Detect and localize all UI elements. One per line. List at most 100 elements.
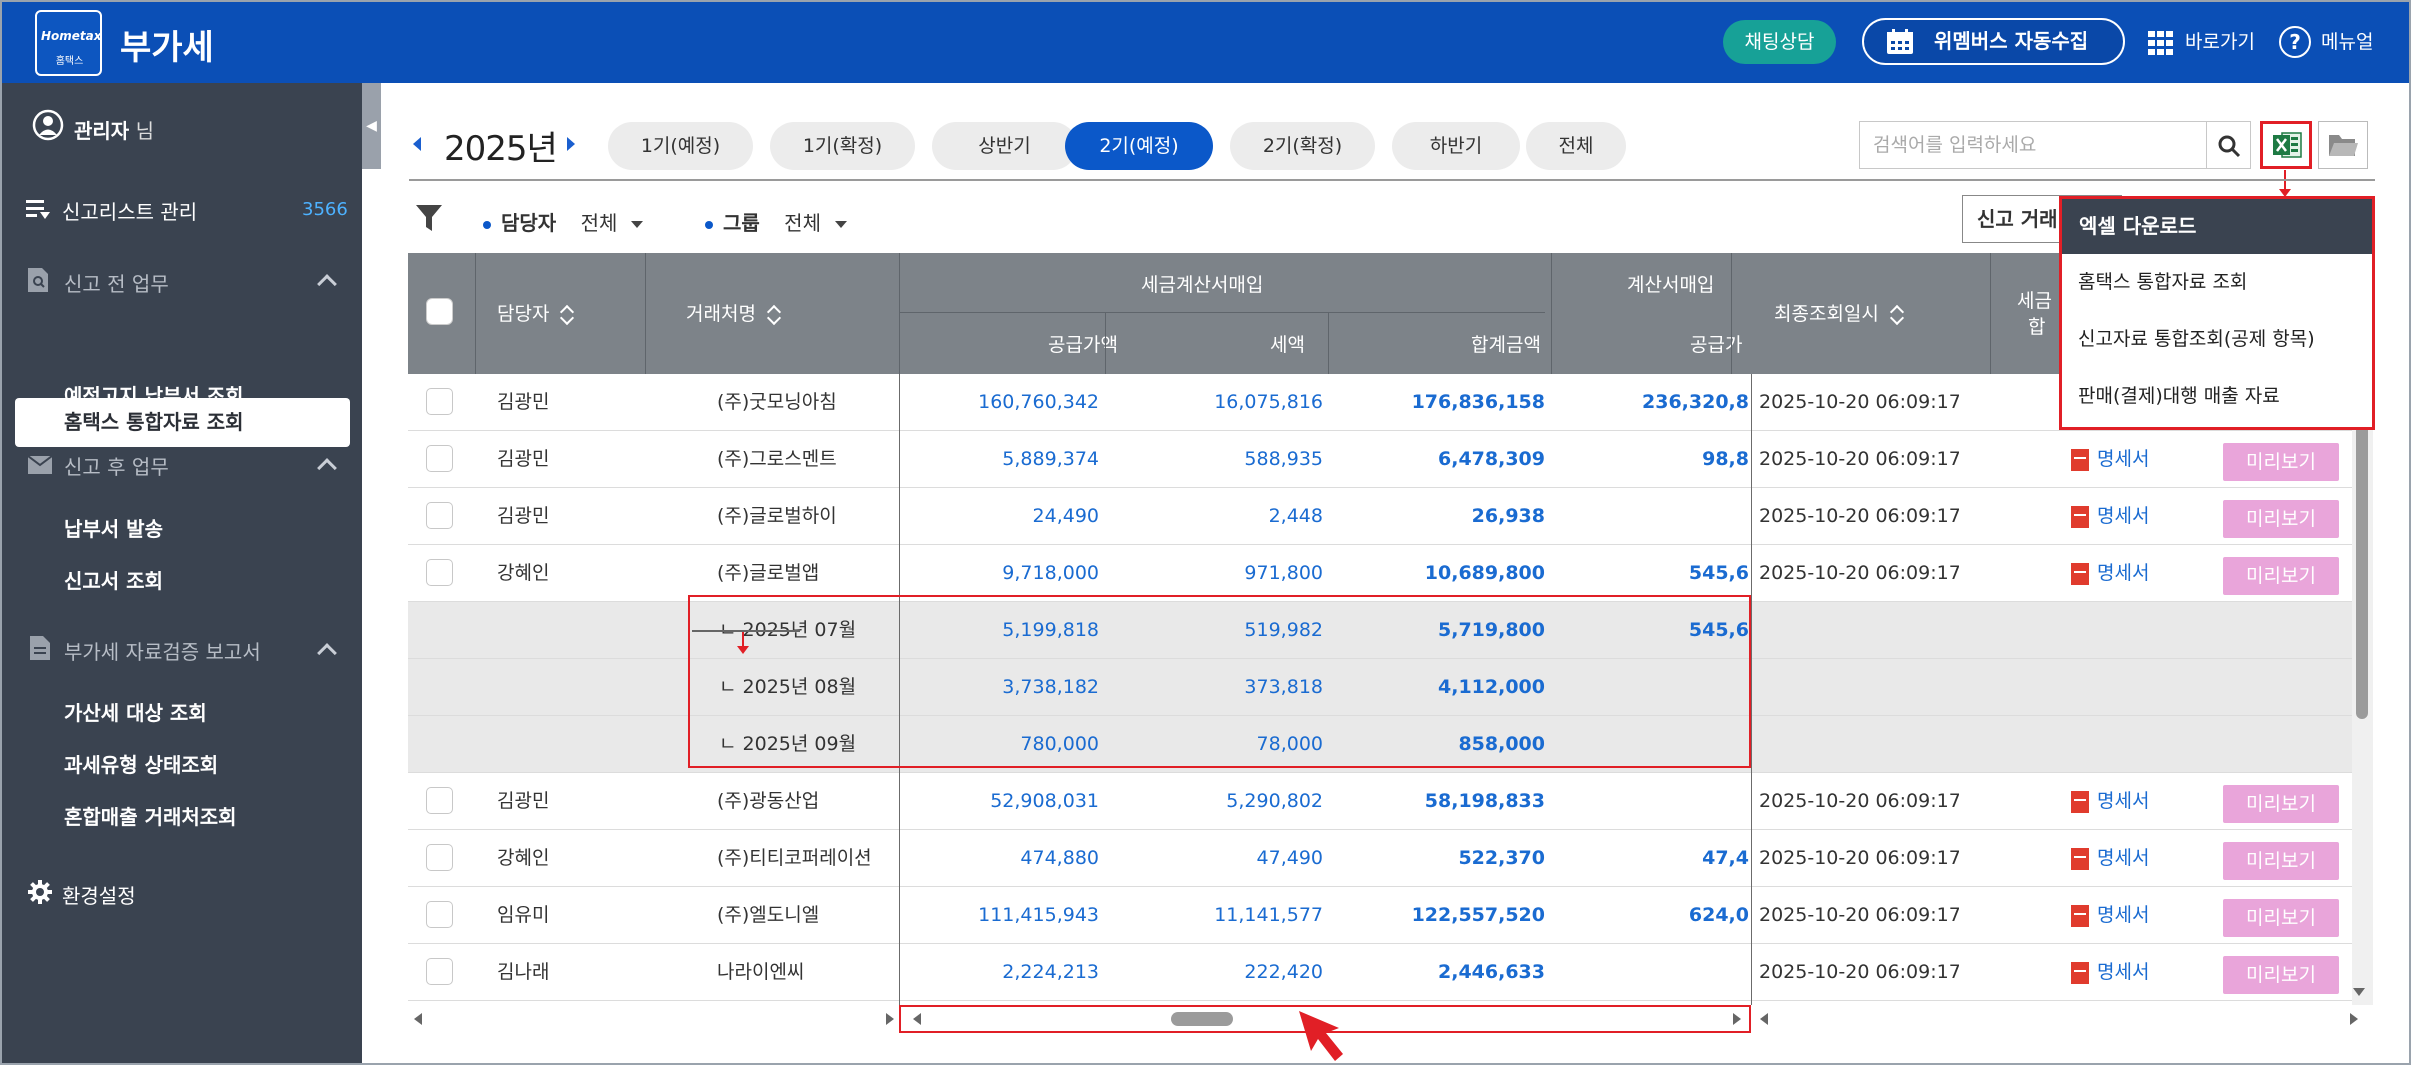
folder-button[interactable] [2318, 121, 2368, 169]
statement-link[interactable]: 명세서 [2071, 431, 2191, 488]
client-cell[interactable]: (주)티티코퍼레이션 [717, 830, 897, 887]
search-button[interactable] [2207, 121, 2251, 169]
sort-icon[interactable] [768, 304, 782, 326]
client-cell[interactable]: (주)글로벌앱 [717, 545, 897, 602]
preview-button[interactable]: 미리보기 [2223, 956, 2339, 994]
statement-link[interactable]: 명세서 [2071, 488, 2191, 545]
filter-icon[interactable] [416, 205, 442, 233]
logo-text: Hometax [41, 29, 102, 43]
sort-icon[interactable] [561, 304, 575, 326]
supply-cell: 24,490 [1032, 505, 1099, 527]
tax-cell: 222,420 [1244, 961, 1323, 983]
row-checkbox[interactable] [426, 559, 453, 586]
row-checkbox[interactable] [426, 958, 453, 985]
chevron-up-icon[interactable] [317, 274, 337, 294]
search-input[interactable]: 검색어를 입력하세요 [1859, 121, 2207, 169]
scroll-left-arrow[interactable] [1760, 1013, 1768, 1025]
sidebar-item-mixed-sales[interactable]: 혼합매출 거래처조회 [64, 801, 237, 830]
tab-period-6[interactable]: 하반기 [1392, 122, 1520, 170]
table-row[interactable]: 임유미 (주)엘도니엘 111,415,943 11,141,577 122,557,5… [408, 887, 2373, 944]
client-cell[interactable]: 나라이엔씨 [717, 944, 897, 1001]
excel-download-button[interactable] [2260, 121, 2312, 169]
tab-period-3[interactable]: 상반기 [932, 122, 1077, 170]
row-checkbox[interactable] [426, 388, 453, 415]
last-query-header[interactable]: 최종조회일시 [1774, 299, 1905, 326]
app-title: 부가세 [120, 28, 214, 68]
vertical-scrollbar[interactable] [2352, 374, 2373, 1005]
post-filing-section[interactable]: 신고 후 업무 [64, 451, 169, 480]
statement-link[interactable]: 명세서 [2071, 830, 2191, 887]
preview-button[interactable]: 미리보기 [2223, 500, 2339, 538]
verification-section[interactable]: 부가세 자료검증 보고서 [64, 636, 261, 665]
client-cell[interactable]: (주)엘도니엘 [717, 887, 897, 944]
preview-button[interactable]: 미리보기 [2223, 443, 2339, 481]
table-row[interactable]: 김광민 (주)글로벌하이 24,490 2,448 26,938 2025-10-20 0… [408, 488, 2373, 545]
preview-button[interactable]: 미리보기 [2223, 557, 2339, 595]
statement-link[interactable]: 명세서 [2071, 773, 2191, 830]
auto-collect-button[interactable]: 위멤버스 자동수집 [1862, 18, 2125, 65]
sidebar-item-send-payment[interactable]: 납부서 발송 [64, 513, 163, 542]
tab-period-7[interactable]: 전체 [1526, 122, 1626, 170]
pdf-icon [2071, 790, 2089, 813]
statement-label: 명세서 [2097, 448, 2150, 470]
table-row[interactable]: 강혜인 (주)티티코퍼레이션 474,880 47,490 522,370 47,4 202… [408, 830, 2373, 887]
client-cell[interactable]: (주)그로스멘트 [717, 431, 897, 488]
excel-menu-item-agency-sales[interactable]: 판매(결제)대행 매출 자료 [2062, 368, 2372, 425]
excel-menu-item-hometax[interactable]: 홈택스 통합자료 조회 [2062, 254, 2372, 311]
chevron-up-icon[interactable] [317, 458, 337, 478]
preview-button[interactable]: 미리보기 [2223, 842, 2339, 880]
chevron-down-icon [631, 221, 644, 228]
excel-menu-item-deduction[interactable]: 신고자료 통합조회(공제 항목) [2062, 311, 2372, 368]
tab-period-4[interactable]: 2기(예정) [1065, 122, 1213, 170]
report-list-menu[interactable]: 신고리스트 관리 [62, 196, 197, 225]
row-checkbox[interactable] [426, 502, 453, 529]
prev-year-icon[interactable] [413, 137, 421, 151]
sidebar-item-penalty[interactable]: 가산세 대상 조회 [64, 697, 207, 726]
calendar-icon [1887, 29, 1913, 54]
table-row[interactable]: 김광민 (주)그로스멘트 5,889,374 588,935 6,478,309 98,8… [408, 431, 2373, 488]
client-cell[interactable]: (주)광동산업 [717, 773, 897, 830]
statement-link[interactable]: 명세서 [2071, 887, 2191, 944]
total-cell: 26,938 [1471, 505, 1545, 527]
statement-link[interactable]: 명세서 [2071, 944, 2191, 1001]
sort-icon[interactable] [1891, 304, 1905, 326]
group-filter[interactable]: 그룹 전체 [705, 207, 847, 236]
shortcut-link[interactable]: 바로가기 [2148, 24, 2263, 60]
sidebar-item-prepaid-notice[interactable]: 예정고지 납부서 조회 [64, 380, 244, 409]
statement-label: 명세서 [2097, 847, 2150, 869]
client-cell[interactable]: (주)글로벌하이 [717, 488, 897, 545]
client-cell[interactable]: (주)굿모닝아침 [717, 374, 897, 431]
chevron-up-icon[interactable] [317, 643, 337, 663]
row-checkbox[interactable] [426, 787, 453, 814]
row-checkbox[interactable] [426, 901, 453, 928]
settings-menu[interactable]: 환경설정 [62, 880, 136, 909]
manager-filter[interactable]: 담당자 전체 [483, 207, 644, 236]
scroll-down-arrow[interactable] [2353, 988, 2365, 996]
scroll-right-arrow[interactable] [2350, 1013, 2358, 1025]
manager-header[interactable]: 담당자 [497, 299, 575, 326]
next-year-icon[interactable] [567, 137, 575, 151]
table-row[interactable]: 김나래 나라이엔씨 2,224,213 222,420 2,446,633 2025-10… [408, 944, 2373, 1001]
row-checkbox[interactable] [426, 445, 453, 472]
tab-period-5[interactable]: 2기(확정) [1230, 122, 1375, 170]
sidebar-item-tax-type[interactable]: 과세유형 상태조회 [64, 749, 218, 778]
chat-consult-button[interactable]: 채팅상담 [1723, 20, 1836, 64]
tab-period-2[interactable]: 1기(확정) [770, 122, 915, 170]
table-row[interactable]: 강혜인 (주)글로벌앱 9,718,000 971,800 10,689,800 545,… [408, 545, 2373, 602]
preview-button[interactable]: 미리보기 [2223, 899, 2339, 937]
client-header[interactable]: 거래처명 [686, 299, 782, 326]
statement-link[interactable]: 명세서 [2071, 545, 2191, 602]
tab-period-1[interactable]: 1기(예정) [608, 122, 753, 170]
hometax-logo[interactable]: Hometax 홈택스 [35, 10, 102, 76]
table-row[interactable]: 김광민 (주)광동산업 52,908,031 5,290,802 58,198,833 2… [408, 773, 2373, 830]
scroll-left-arrow[interactable] [414, 1013, 422, 1025]
select-all-checkbox[interactable] [426, 298, 453, 325]
preview-button[interactable]: 미리보기 [2223, 785, 2339, 823]
manual-link[interactable]: ? 메뉴얼 [2279, 22, 2389, 62]
scroll-right-arrow[interactable] [886, 1013, 894, 1025]
row-checkbox[interactable] [426, 844, 453, 871]
pre-filing-section[interactable]: 신고 전 업무 [64, 268, 169, 297]
sidebar-item-report-inquiry[interactable]: 신고서 조회 [64, 565, 163, 594]
sidebar-collapse-button[interactable]: ◀ [362, 83, 381, 169]
app-window: Hometax 홈택스 부가세 채팅상담 위멤버스 자동수집 바로가기 ? 메뉴… [0, 0, 2411, 1065]
